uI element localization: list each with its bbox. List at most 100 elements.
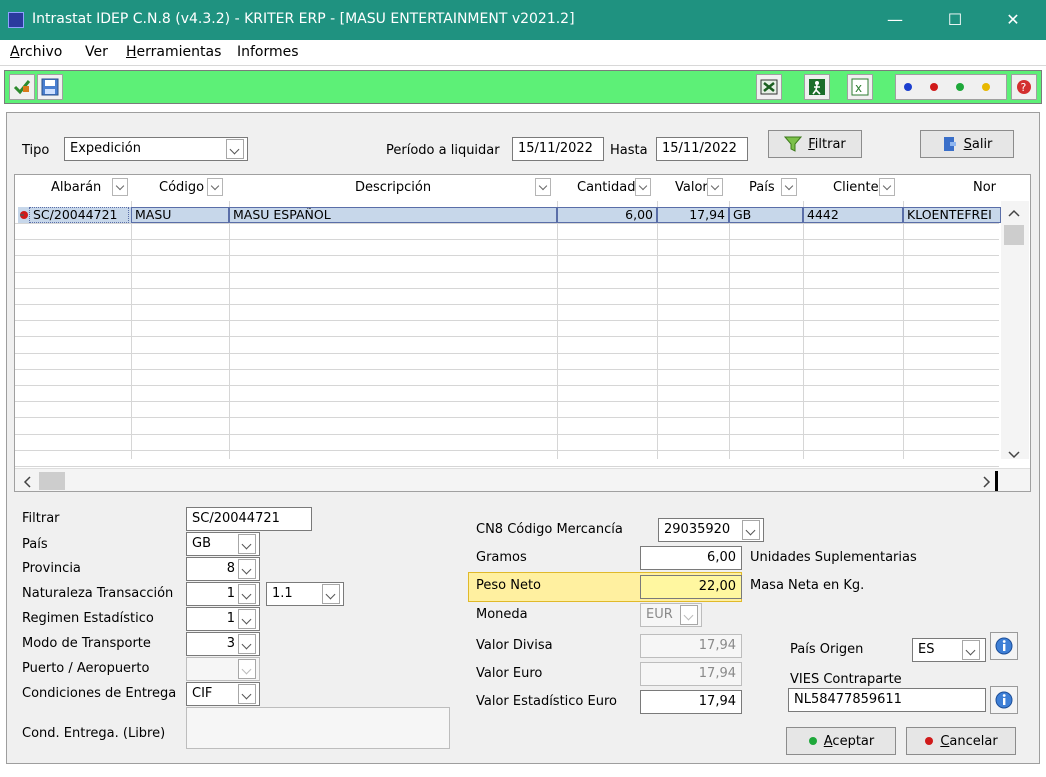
- cell-codigo[interactable]: MASU: [133, 208, 229, 222]
- col-header-pais[interactable]: País: [729, 175, 803, 201]
- title-bar: Intrastat IDEP C.N.8 (v4.3.2) - KRITER E…: [0, 0, 1046, 40]
- cliente-filter-icon[interactable]: [879, 178, 895, 196]
- cn8-label: CN8 Código Mercancía: [476, 522, 623, 537]
- vies-input[interactable]: NL58477859611: [788, 688, 986, 712]
- naturaleza-sub-dropdown-icon[interactable]: [322, 584, 340, 604]
- info-icon: [995, 691, 1013, 709]
- col-header-descripcion[interactable]: Descripción: [229, 175, 557, 201]
- excel-export-button[interactable]: x: [847, 74, 873, 100]
- vies-info-button[interactable]: [990, 686, 1018, 714]
- pais-origen-info-button[interactable]: [990, 632, 1018, 660]
- tipo-select[interactable]: Expedición: [64, 137, 248, 161]
- codigo-filter-icon[interactable]: [207, 178, 223, 196]
- modo-transporte-dropdown-icon[interactable]: [238, 634, 256, 654]
- check-pencil-button[interactable]: [9, 74, 35, 100]
- gramos-input[interactable]: 6,00: [640, 546, 742, 570]
- color-dots-icon: [904, 83, 990, 91]
- naturaleza-dropdown-icon[interactable]: [238, 584, 256, 604]
- condiciones-label: Condiciones de Entrega: [22, 686, 177, 701]
- minimize-button[interactable]: —: [872, 0, 918, 40]
- menu-herramientas[interactable]: Herramientas: [126, 44, 221, 60]
- col-header-nombre[interactable]: Nor: [903, 175, 1001, 201]
- menu-ver[interactable]: Ver: [85, 44, 108, 60]
- col-header-cliente[interactable]: Cliente: [803, 175, 903, 201]
- help-button[interactable]: ?: [1011, 74, 1037, 100]
- col-header-albaran[interactable]: Albarán: [15, 175, 131, 201]
- info-icon: [995, 637, 1013, 655]
- hasta-label: Hasta: [610, 143, 648, 158]
- close-button[interactable]: ✕: [990, 0, 1036, 40]
- grid-row-line: [15, 401, 999, 403]
- grid-row-line: [15, 320, 999, 322]
- vies-label: VIES Contraparte: [790, 672, 902, 687]
- grid-row-line: [15, 287, 999, 289]
- cancelar-button[interactable]: Cancelar: [906, 727, 1016, 755]
- periodo-hasta-input[interactable]: 15/11/2022: [656, 137, 748, 161]
- excel-x-button[interactable]: [756, 74, 782, 100]
- filtrar-button[interactable]: Filtrar: [768, 130, 862, 158]
- salir-button[interactable]: Salir: [920, 130, 1014, 158]
- vertical-scrollbar[interactable]: [1001, 201, 1029, 459]
- pais-filter-icon[interactable]: [781, 178, 797, 196]
- app-icon: [8, 12, 24, 28]
- color-dots-button-group[interactable]: [895, 74, 1007, 100]
- cell-pais[interactable]: GB: [731, 208, 801, 222]
- horizontal-scroll-thumb[interactable]: [39, 472, 65, 490]
- provincia-dropdown-icon[interactable]: [238, 559, 256, 579]
- cell-nombre[interactable]: KLOENTEFREI: [905, 208, 999, 222]
- svg-text:?: ?: [1021, 81, 1027, 94]
- unidades-label: Unidades Suplementarias: [750, 550, 917, 565]
- menu-bar: Archivo Ver Herramientas Informes: [0, 40, 1046, 66]
- valor-filter-icon[interactable]: [707, 178, 723, 196]
- vertical-scroll-thumb[interactable]: [1004, 225, 1024, 245]
- cantidad-filter-icon[interactable]: [635, 178, 651, 196]
- puerto-label: Puerto / Aeropuerto: [22, 661, 150, 676]
- col-header-valor[interactable]: Valor: [657, 175, 729, 201]
- valor-euro-label: Valor Euro: [476, 666, 543, 681]
- col-header-cantidad[interactable]: Cantidad: [557, 175, 657, 201]
- pais-label: País: [22, 537, 48, 552]
- scroll-right-icon: [983, 476, 991, 488]
- periodo-desde-input[interactable]: 15/11/2022: [512, 137, 604, 161]
- albaran-filter-icon[interactable]: [112, 178, 128, 196]
- cell-cantidad[interactable]: 6,00: [559, 208, 655, 222]
- regimen-dropdown-icon[interactable]: [238, 609, 256, 629]
- moneda-dropdown-icon: [680, 605, 698, 625]
- horizontal-scrollbar[interactable]: [15, 468, 1030, 491]
- exit-button[interactable]: [804, 74, 830, 100]
- cell-valor[interactable]: 17,94: [659, 208, 727, 222]
- scroll-edge-marker: [995, 471, 998, 491]
- scroll-down-icon: [1008, 451, 1020, 459]
- cell-cliente[interactable]: 4442: [805, 208, 901, 222]
- peso-neto-input[interactable]: 22,00: [640, 575, 742, 599]
- valor-divisa-input: 17,94: [640, 634, 742, 658]
- pais-origen-label: País Origen: [790, 642, 864, 657]
- pais-origen-dropdown-icon[interactable]: [962, 640, 980, 660]
- menu-informes[interactable]: Informes: [237, 44, 299, 60]
- cn8-dropdown-icon[interactable]: [742, 520, 760, 540]
- pais-dropdown-icon[interactable]: [238, 534, 256, 554]
- door-exit-icon: [943, 137, 956, 151]
- maximize-button[interactable]: ☐: [932, 0, 978, 40]
- gramos-label: Gramos: [476, 550, 527, 565]
- col-header-codigo[interactable]: Código: [131, 175, 229, 201]
- window-title: Intrastat IDEP C.N.8 (v4.3.2) - KRITER E…: [32, 11, 575, 27]
- tipo-dropdown-icon[interactable]: [226, 139, 244, 159]
- valor-estadistico-input[interactable]: 17,94: [640, 690, 742, 714]
- modo-transporte-label: Modo de Transporte: [22, 636, 151, 651]
- red-dot-icon: [925, 737, 934, 745]
- grid-row-line: [15, 466, 999, 467]
- cell-descripcion[interactable]: MASU ESPAÑOL: [231, 208, 555, 222]
- aceptar-button[interactable]: Aceptar: [786, 727, 896, 755]
- cell-albaran[interactable]: SC/20044721: [31, 208, 131, 222]
- descripcion-filter-icon[interactable]: [535, 178, 551, 196]
- filtrar-input[interactable]: SC/20044721: [186, 507, 312, 531]
- funnel-icon: [784, 136, 803, 152]
- excel-export-icon: x: [851, 78, 869, 96]
- grid-row-line: [15, 255, 999, 257]
- save-button[interactable]: [37, 74, 63, 100]
- menu-archivo[interactable]: Archivo: [10, 44, 62, 60]
- grid-row-line: [15, 223, 999, 224]
- condiciones-dropdown-icon[interactable]: [238, 684, 256, 704]
- albaranes-grid[interactable]: Albarán Código Descripción Cantidad Valo…: [14, 174, 1031, 492]
